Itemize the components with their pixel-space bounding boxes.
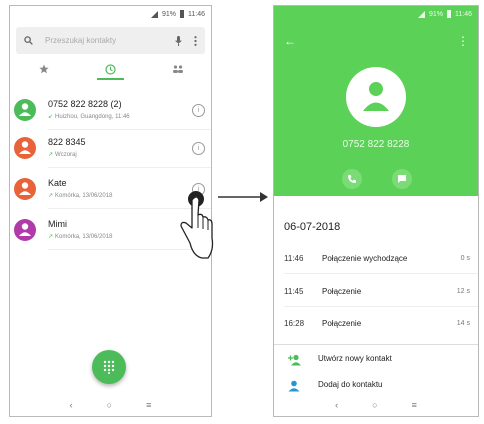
contact-name: 822 8345 [48,137,86,147]
battery-level: 91% [161,10,176,18]
tab-recent[interactable] [77,58,144,80]
person-icon [19,182,31,195]
clock: 11:46 [455,10,472,18]
nav-recents-button[interactable]: ≡ [412,400,417,410]
avatar [14,99,36,121]
status-bar: 91% 11:46 [274,6,478,22]
incoming-call-icon: ↙ [48,114,54,120]
divider [48,167,211,168]
log-duration: 0 s [460,255,470,262]
log-time: 11:45 [284,287,304,296]
message-icon [398,175,406,183]
outgoing-call-icon: ↗ [48,234,54,240]
more-options-icon[interactable] [194,35,197,46]
call-button[interactable] [342,169,362,189]
search-icon [24,36,33,45]
signal-icon [417,10,425,18]
phone-number: 0752 822 8228 [342,139,410,150]
tab-bar [10,58,211,80]
log-duration: 12 s [456,288,470,295]
microphone-icon[interactable] [175,35,182,46]
contact-header: 91% 11:46 ← ⋮ 0752 822 8228 [274,6,478,196]
more-options-icon[interactable]: ⋮ [457,34,469,48]
call-log-row: 16:28 Połączenie 14 s [274,311,478,339]
contact-name: Mimi [48,219,67,229]
dialpad-button[interactable] [92,350,126,384]
avatar [14,137,36,159]
tab-favorites[interactable] [10,58,77,80]
call-list-item[interactable]: 0752 822 8228 (2) ↙ Huizhou, Guangdong, 1… [10,94,211,130]
battery-level: 91% [428,10,443,18]
battery-icon [447,10,451,18]
clock-icon [105,63,116,75]
person-icon [19,103,31,116]
log-type: Połączenie wychodzące [322,254,408,263]
dialpad-icon [103,360,115,374]
navigation-bar: ‹ ○ ≡ [10,394,211,416]
person-icon [19,223,31,236]
nav-recents-button[interactable]: ≡ [146,400,151,410]
contact-avatar [346,67,406,127]
log-time: 16:28 [284,319,305,328]
call-log-row: 11:46 Połączenie wychodzące 0 s [274,246,478,274]
divider [284,273,478,274]
info-icon[interactable]: i [192,104,205,117]
log-type: Połączenie [322,287,362,296]
nav-back-button[interactable]: ‹ [70,400,73,410]
contact-name: 0752 822 8228 (2) [48,99,122,109]
back-arrow-icon[interactable]: ← [284,34,296,48]
navigation-bar: ‹ ○ ≡ [274,394,478,416]
action-label: Dodaj do kontaktu [318,380,383,389]
person-icon [363,82,389,111]
contact-name: Kate [48,178,67,188]
call-detail: ↙ Huizhou, Guangdong, 11:46 [48,114,130,120]
call-detail: ↗ Wczoraj [48,152,77,158]
avatar [14,178,36,200]
divider [48,129,211,130]
call-detail: ↗ Komórka, 13/06/2018 [48,234,113,240]
status-bar: 91% 11:46 [10,6,211,22]
avatar [14,219,36,241]
nav-home-button[interactable]: ○ [372,400,377,410]
tab-contacts[interactable] [144,58,211,80]
contacts-icon [172,65,183,73]
call-date: 06-07-2018 [284,221,341,233]
signal-icon [150,10,158,18]
action-label: Utwórz nowy kontakt [318,354,392,363]
person-icon [19,141,31,154]
nav-back-button[interactable]: ‹ [335,400,338,410]
section-divider [274,344,478,345]
nav-home-button[interactable]: ○ [107,400,112,410]
divider [284,306,478,307]
star-icon [38,64,49,74]
clock: 11:46 [188,10,205,18]
search-bar[interactable]: Przeszukaj kontakty [16,27,205,54]
log-type: Połączenie [322,319,362,328]
add-person-icon [288,353,302,371]
outgoing-call-icon: ↗ [48,193,54,199]
outgoing-call-icon: ↗ [48,152,54,158]
call-detail: ↗ Komórka, 13/06/2018 [48,193,113,199]
message-button[interactable] [392,169,412,189]
search-placeholder: Przeszukaj kontakty [45,36,117,45]
log-duration: 14 s [456,320,470,327]
info-icon[interactable]: i [192,142,205,155]
call-log-row: 11:45 Połączenie 12 s [274,279,478,307]
log-time: 11:46 [284,254,304,263]
phone-icon [348,175,356,183]
create-contact-action[interactable]: Utwórz nowy kontakt [274,348,478,372]
transition-arrow-icon [218,192,268,202]
call-details-screen: 91% 11:46 ← ⋮ 0752 822 8228 06-07-2018 1… [273,5,479,417]
call-list-item[interactable]: 822 8345 ↗ Wczoraj i [10,132,211,168]
battery-icon [180,10,184,18]
tap-hand-icon [180,191,214,259]
